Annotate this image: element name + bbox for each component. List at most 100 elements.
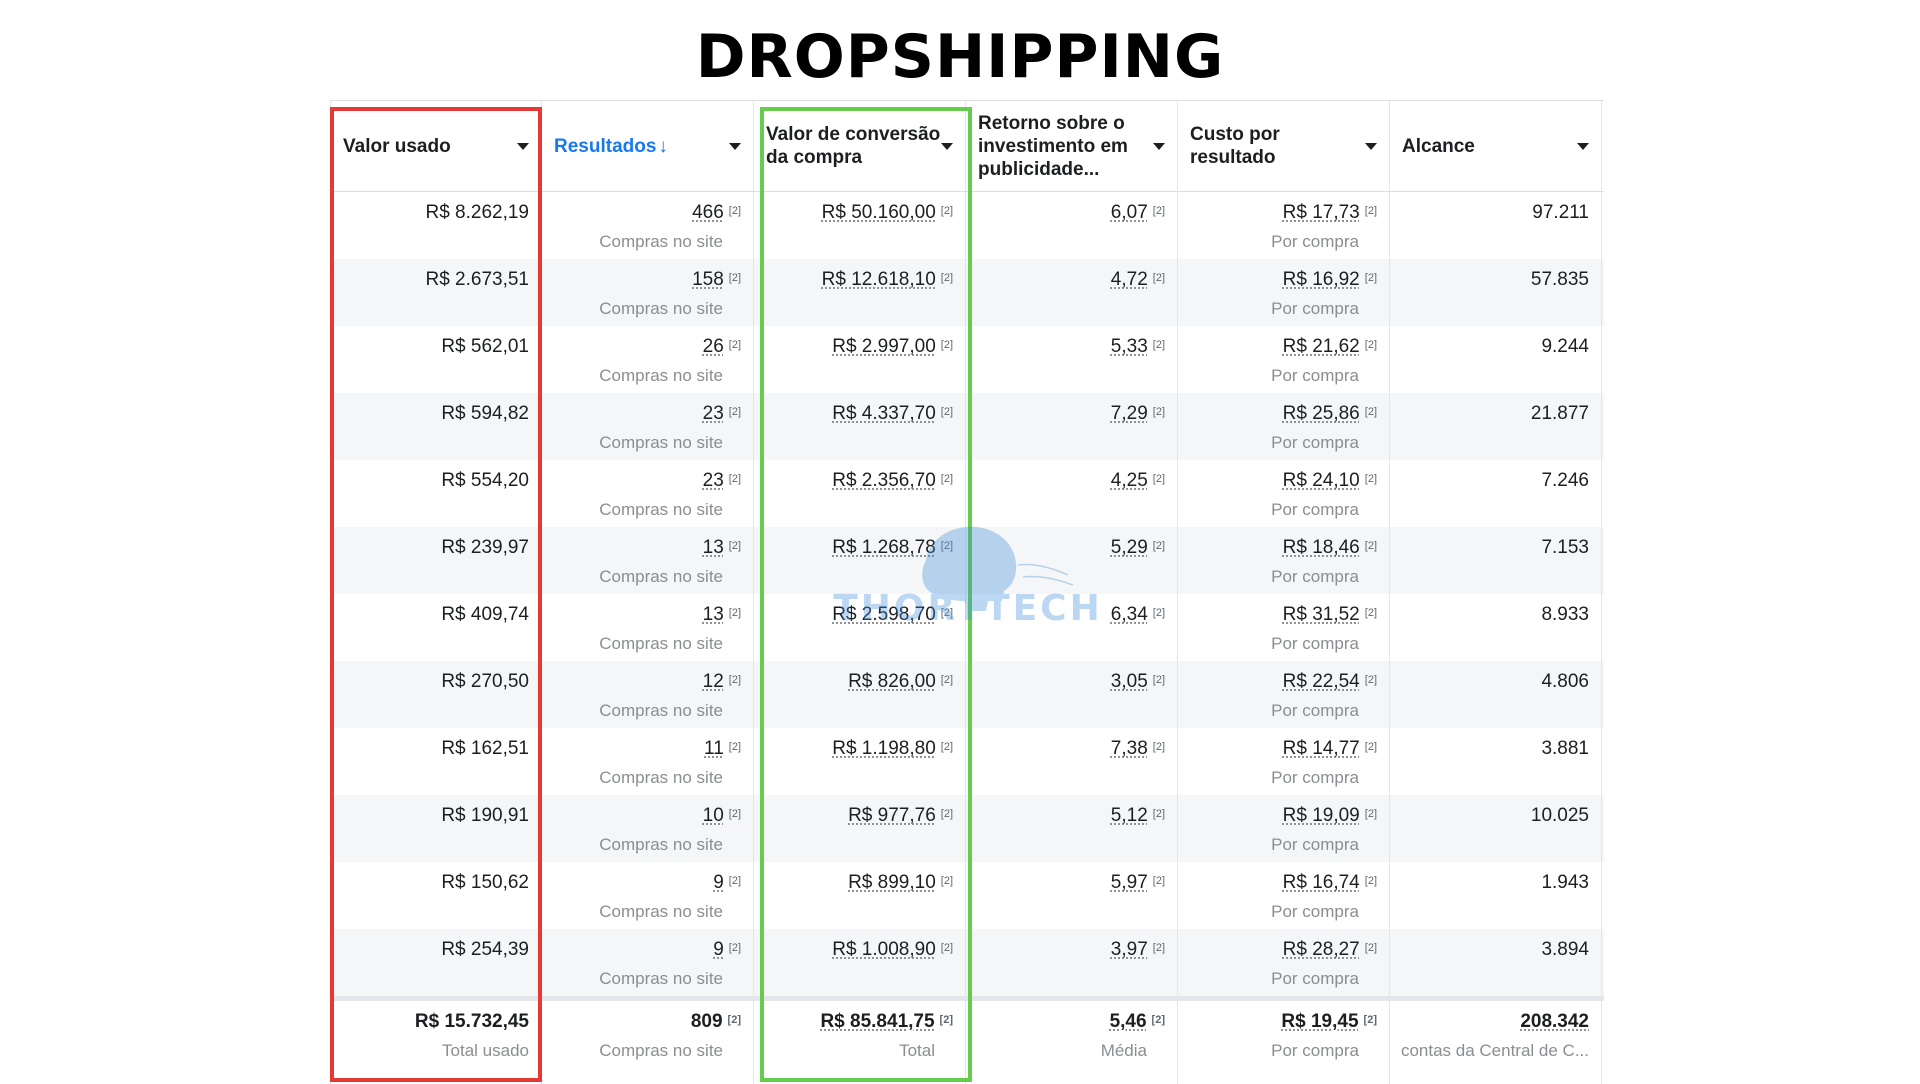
total-roas-link[interactable]: 5,46 (1110, 1011, 1147, 1032)
roas-link[interactable]: 5,29 (1111, 537, 1148, 558)
roas-link[interactable]: 3,97 (1111, 939, 1148, 960)
cell-cost-per-result: R$ 18,46 [2] Por compra (1178, 527, 1390, 594)
results-value: 158 [2] (542, 268, 741, 292)
caret-down-icon[interactable] (1365, 143, 1377, 150)
cell-cost-per-result: R$ 19,09 [2] Por compra (1178, 795, 1390, 862)
conversion-link[interactable]: R$ 1.198,80 (832, 738, 936, 759)
column-header-label: Retorno sobre o investimento em publicid… (978, 112, 1153, 181)
reach-value: 3.894 (1390, 938, 1589, 962)
roas-link[interactable]: 5,33 (1111, 336, 1148, 357)
footnote-marker: [2] (940, 1014, 953, 1026)
cost-value: R$ 16,74 [2] (1178, 871, 1377, 895)
cell-spent: R$ 270,50 (330, 661, 542, 728)
results-link[interactable]: 11 (704, 738, 724, 759)
cost-link[interactable]: R$ 16,92 (1283, 269, 1360, 290)
total-conversion-link[interactable]: R$ 85.841,75 (820, 1011, 934, 1032)
caret-down-icon[interactable] (517, 143, 529, 150)
results-value: 466 [2] (542, 201, 741, 225)
results-value: 9 [2] (542, 938, 741, 962)
footnote-marker: [2] (1153, 205, 1165, 217)
cost-link[interactable]: R$ 31,52 (1283, 604, 1360, 625)
results-link[interactable]: 26 (703, 336, 724, 357)
cost-type-label: Por compra (1178, 700, 1377, 722)
roas-link[interactable]: 3,05 (1111, 671, 1148, 692)
roas-link[interactable]: 4,25 (1111, 470, 1148, 491)
column-header-results[interactable]: Resultados ↓ (542, 101, 754, 191)
reach-value: 7.246 (1390, 469, 1589, 493)
roas-value: 6,34 [2] (966, 603, 1165, 627)
cost-link[interactable]: R$ 21,62 (1283, 336, 1360, 357)
cell-results: 158 [2] Compras no site (542, 259, 754, 326)
cell-results: 10 [2] Compras no site (542, 795, 754, 862)
results-link[interactable]: 466 (692, 202, 724, 223)
conversion-link[interactable]: R$ 1.268,78 (832, 537, 936, 558)
roas-link[interactable]: 7,38 (1111, 738, 1148, 759)
results-link[interactable]: 158 (692, 269, 724, 290)
roas-link[interactable]: 5,97 (1111, 872, 1148, 893)
results-link[interactable]: 9 (713, 939, 724, 960)
table-row: R$ 409,74 13 [2] Compras no site R$ 2.598,70… (330, 594, 1604, 661)
footnote-marker: [2] (729, 205, 741, 217)
footnote-marker: [2] (1365, 473, 1377, 485)
table-row: R$ 562,01 26 [2] Compras no site R$ 2.997,00… (330, 326, 1604, 393)
cost-link[interactable]: R$ 17,73 (1283, 202, 1360, 223)
results-link[interactable]: 12 (703, 671, 724, 692)
cost-link[interactable]: R$ 18,46 (1283, 537, 1360, 558)
cost-link[interactable]: R$ 24,10 (1283, 470, 1360, 491)
cost-type-label: Por compra (1178, 968, 1377, 990)
results-link[interactable]: 23 (703, 403, 724, 424)
results-link[interactable]: 13 (703, 604, 724, 625)
cost-link[interactable]: R$ 28,27 (1283, 939, 1360, 960)
total-reach-link[interactable]: 208.342 (1520, 1011, 1589, 1032)
roas-link[interactable]: 6,07 (1111, 202, 1148, 223)
total-cost-link[interactable]: R$ 19,45 (1281, 1011, 1358, 1032)
conversion-link[interactable]: R$ 826,00 (848, 671, 936, 692)
total-cost-value: R$ 19,45 [2] (1178, 1010, 1377, 1034)
conversion-link[interactable]: R$ 50.160,00 (822, 202, 936, 223)
caret-down-icon[interactable] (1153, 143, 1165, 150)
column-header-roas[interactable]: Retorno sobre o investimento em publicid… (966, 101, 1178, 191)
cell-cost-per-result: R$ 28,27 [2] Por compra (1178, 929, 1390, 996)
caret-down-icon[interactable] (729, 143, 741, 150)
cell-reach: 3.881 (1390, 728, 1602, 795)
conversion-link[interactable]: R$ 977,76 (848, 805, 936, 826)
caret-down-icon[interactable] (1577, 143, 1589, 150)
cell-roas: 7,29 [2] (966, 393, 1178, 460)
column-header-cost-per-result[interactable]: Custo por resultado (1178, 101, 1390, 191)
column-header-spent[interactable]: Valor usado (330, 101, 542, 191)
cost-link[interactable]: R$ 22,54 (1283, 671, 1360, 692)
conversion-link[interactable]: R$ 4.337,70 (832, 403, 936, 424)
table-row: R$ 554,20 23 [2] Compras no site R$ 2.356,70… (330, 460, 1604, 527)
conversion-link[interactable]: R$ 1.008,90 (832, 939, 936, 960)
conversion-link[interactable]: R$ 899,10 (848, 872, 936, 893)
conversion-link[interactable]: R$ 12.618,10 (822, 269, 936, 290)
cost-link[interactable]: R$ 14,77 (1283, 738, 1360, 759)
conversion-link[interactable]: R$ 2.598,70 (832, 604, 936, 625)
results-link[interactable]: 9 (713, 872, 724, 893)
column-header-conversion-value[interactable]: Valor de conversão da compra (754, 101, 966, 191)
footnote-marker: [2] (1153, 406, 1165, 418)
roas-link[interactable]: 7,29 (1111, 403, 1148, 424)
results-link[interactable]: 23 (703, 470, 724, 491)
roas-link[interactable]: 4,72 (1111, 269, 1148, 290)
footnote-marker: [2] (941, 473, 953, 485)
cost-type-label: Por compra (1178, 767, 1377, 789)
roas-link[interactable]: 5,12 (1111, 805, 1148, 826)
cell-reach: 9.244 (1390, 326, 1602, 393)
conversion-link[interactable]: R$ 2.356,70 (832, 470, 936, 491)
cost-link[interactable]: R$ 19,09 (1283, 805, 1360, 826)
cost-link[interactable]: R$ 16,74 (1283, 872, 1360, 893)
caret-down-icon[interactable] (941, 143, 953, 150)
footnote-marker: [2] (1153, 607, 1165, 619)
roas-link[interactable]: 6,34 (1111, 604, 1148, 625)
footnote-marker: [2] (1364, 1014, 1377, 1026)
results-link[interactable]: 13 (703, 537, 724, 558)
cell-results: 13 [2] Compras no site (542, 594, 754, 661)
conversion-value: R$ 2.598,70 [2] (754, 603, 953, 627)
column-header-reach[interactable]: Alcance (1390, 101, 1602, 191)
cost-link[interactable]: R$ 25,86 (1283, 403, 1360, 424)
footnote-marker: [2] (1153, 339, 1165, 351)
cell-results: 9 [2] Compras no site (542, 929, 754, 996)
results-link[interactable]: 10 (703, 805, 724, 826)
conversion-link[interactable]: R$ 2.997,00 (832, 336, 936, 357)
